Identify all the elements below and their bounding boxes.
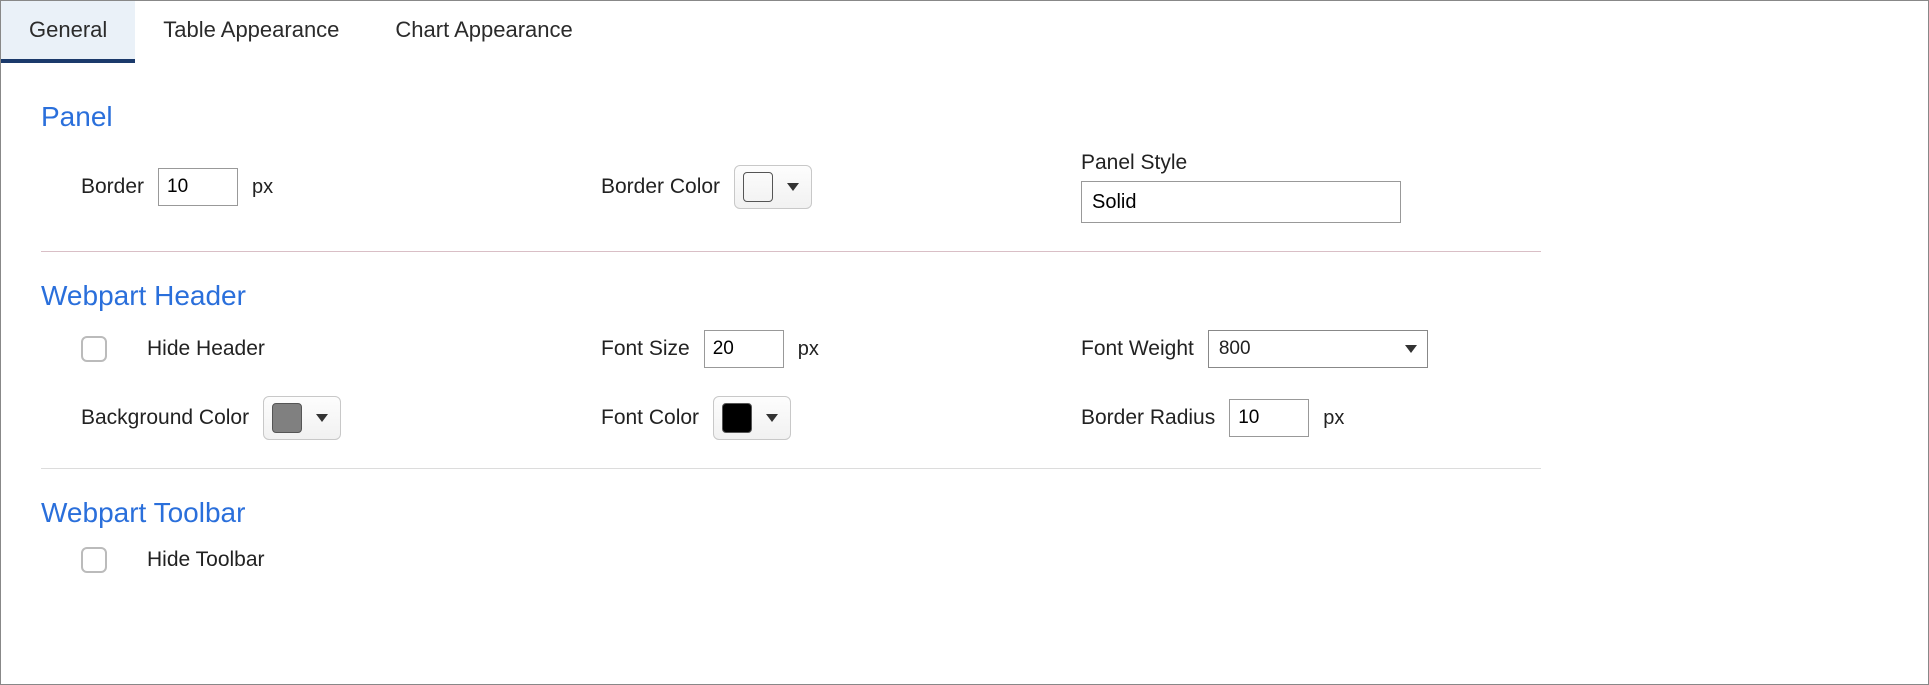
- tab-chart-appearance[interactable]: Chart Appearance: [367, 1, 600, 63]
- font-weight-field: Font Weight 800: [1081, 330, 1641, 368]
- bg-color-picker[interactable]: [263, 396, 341, 440]
- border-radius-label: Border Radius: [1081, 406, 1215, 430]
- font-weight-select[interactable]: 800: [1208, 330, 1428, 368]
- border-input[interactable]: [158, 168, 238, 206]
- tab-general[interactable]: General: [1, 1, 135, 63]
- border-color-swatch: [743, 172, 773, 202]
- font-color-field: Font Color: [601, 396, 1081, 440]
- font-color-label: Font Color: [601, 406, 699, 430]
- caret-down-icon: [316, 414, 328, 422]
- divider: [41, 468, 1541, 469]
- font-size-input[interactable]: [704, 330, 784, 368]
- divider: [41, 251, 1541, 252]
- hide-toolbar-field: Hide Toolbar: [81, 547, 601, 573]
- tab-content: Panel Border px Border Color Panel Style: [1, 63, 1928, 641]
- hide-header-label: Hide Header: [147, 337, 265, 361]
- caret-down-icon: [787, 183, 799, 191]
- tab-bar: General Table Appearance Chart Appearanc…: [1, 1, 1928, 63]
- bg-color-field: Background Color: [81, 396, 601, 440]
- border-color-label: Border Color: [601, 175, 720, 199]
- panel-row: Border px Border Color Panel Style: [41, 151, 1888, 223]
- hide-toolbar-label: Hide Toolbar: [147, 548, 265, 572]
- section-title-header: Webpart Header: [41, 280, 1888, 312]
- caret-down-icon: [766, 414, 778, 422]
- border-field: Border px: [81, 168, 601, 206]
- border-radius-field: Border Radius px: [1081, 399, 1641, 437]
- font-size-field: Font Size px: [601, 330, 1081, 368]
- toolbar-row-1: Hide Toolbar: [41, 547, 1888, 573]
- bg-color-label: Background Color: [81, 406, 249, 430]
- panel-style-field: Panel Style: [1081, 151, 1641, 223]
- hide-header-field: Hide Header: [81, 336, 601, 362]
- settings-window: General Table Appearance Chart Appearanc…: [0, 0, 1929, 685]
- section-title-toolbar: Webpart Toolbar: [41, 497, 1888, 529]
- border-color-picker[interactable]: [734, 165, 812, 209]
- border-label: Border: [81, 175, 144, 199]
- header-row-2: Background Color Font Color Border Radiu…: [41, 396, 1888, 440]
- font-weight-label: Font Weight: [1081, 337, 1194, 361]
- font-size-unit: px: [798, 338, 819, 361]
- panel-style-label: Panel Style: [1081, 151, 1187, 175]
- border-color-field: Border Color: [601, 165, 1081, 209]
- hide-toolbar-checkbox[interactable]: [81, 547, 107, 573]
- border-radius-unit: px: [1323, 407, 1344, 430]
- tab-table-appearance[interactable]: Table Appearance: [135, 1, 367, 63]
- border-unit: px: [252, 176, 273, 199]
- font-color-picker[interactable]: [713, 396, 791, 440]
- font-size-label: Font Size: [601, 337, 690, 361]
- chevron-down-icon: [1405, 345, 1417, 353]
- font-weight-value: 800: [1219, 338, 1251, 360]
- hide-header-checkbox[interactable]: [81, 336, 107, 362]
- font-color-swatch: [722, 403, 752, 433]
- border-radius-input[interactable]: [1229, 399, 1309, 437]
- header-row-1: Hide Header Font Size px Font Weight 800: [41, 330, 1888, 368]
- section-title-panel: Panel: [41, 101, 1888, 133]
- panel-style-input[interactable]: [1081, 181, 1401, 223]
- bg-color-swatch: [272, 403, 302, 433]
